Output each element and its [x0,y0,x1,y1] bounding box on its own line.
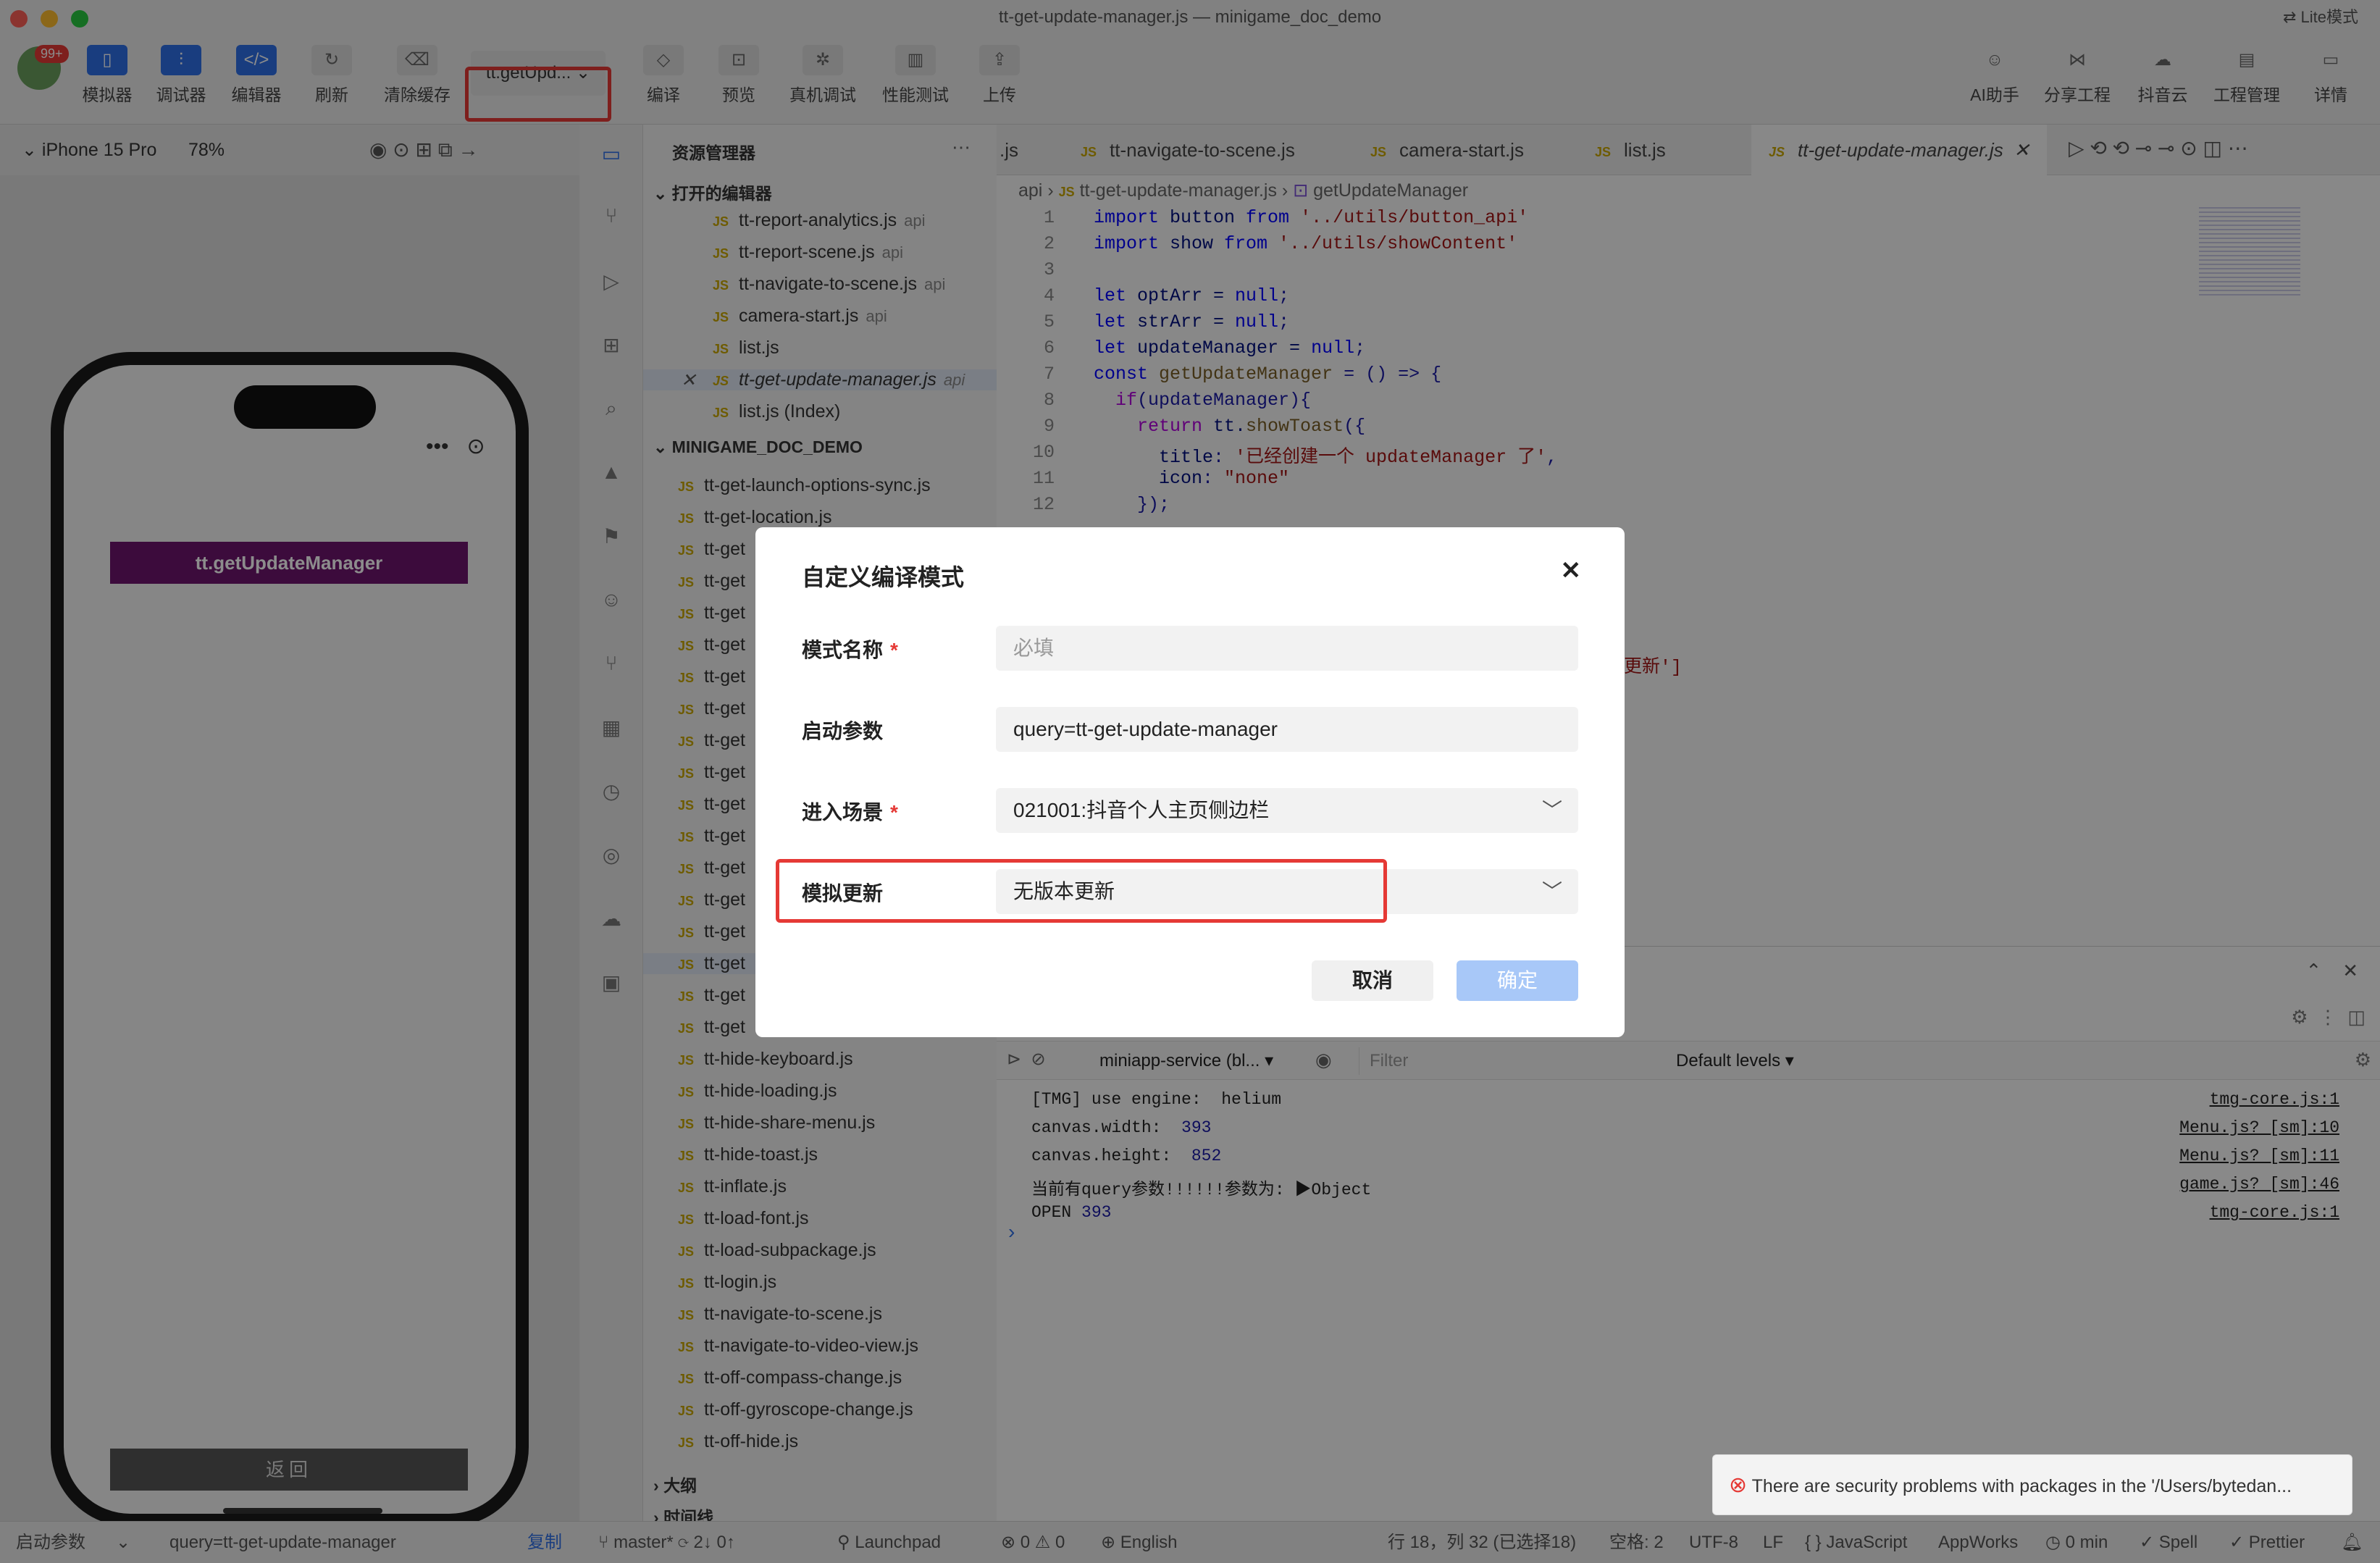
highlight-box-simulate-update [776,859,1387,923]
launch-params-field-label: 启动参数 [802,720,884,742]
confirm-button[interactable]: 确定 [1457,960,1578,1001]
chevron-down-icon: ﹀ [1541,880,1562,902]
launch-params-input[interactable]: query=tt-get-update-manager [996,707,1578,752]
chevron-down-icon: ﹀ [1541,799,1562,821]
dialog-title: 自定义编译模式 [802,564,965,590]
scene-select[interactable]: 021001:抖音个人主页侧边栏 ﹀ [996,788,1578,833]
cancel-button[interactable]: 取消 [1312,960,1433,1001]
scene-label: 进入场景 * [802,801,898,824]
mode-name-label: 模式名称 * [802,639,898,661]
custom-compile-mode-dialog: 自定义编译模式 ✕ 模式名称 * 必填 启动参数 query=tt-get-upd… [755,527,1625,1037]
error-icon: ⊗ [1729,1473,1748,1497]
mode-name-input[interactable]: 必填 [996,626,1578,671]
close-icon[interactable]: ✕ [1561,556,1582,585]
security-notification[interactable]: ⊗ There are security problems with packa… [1712,1454,2352,1515]
